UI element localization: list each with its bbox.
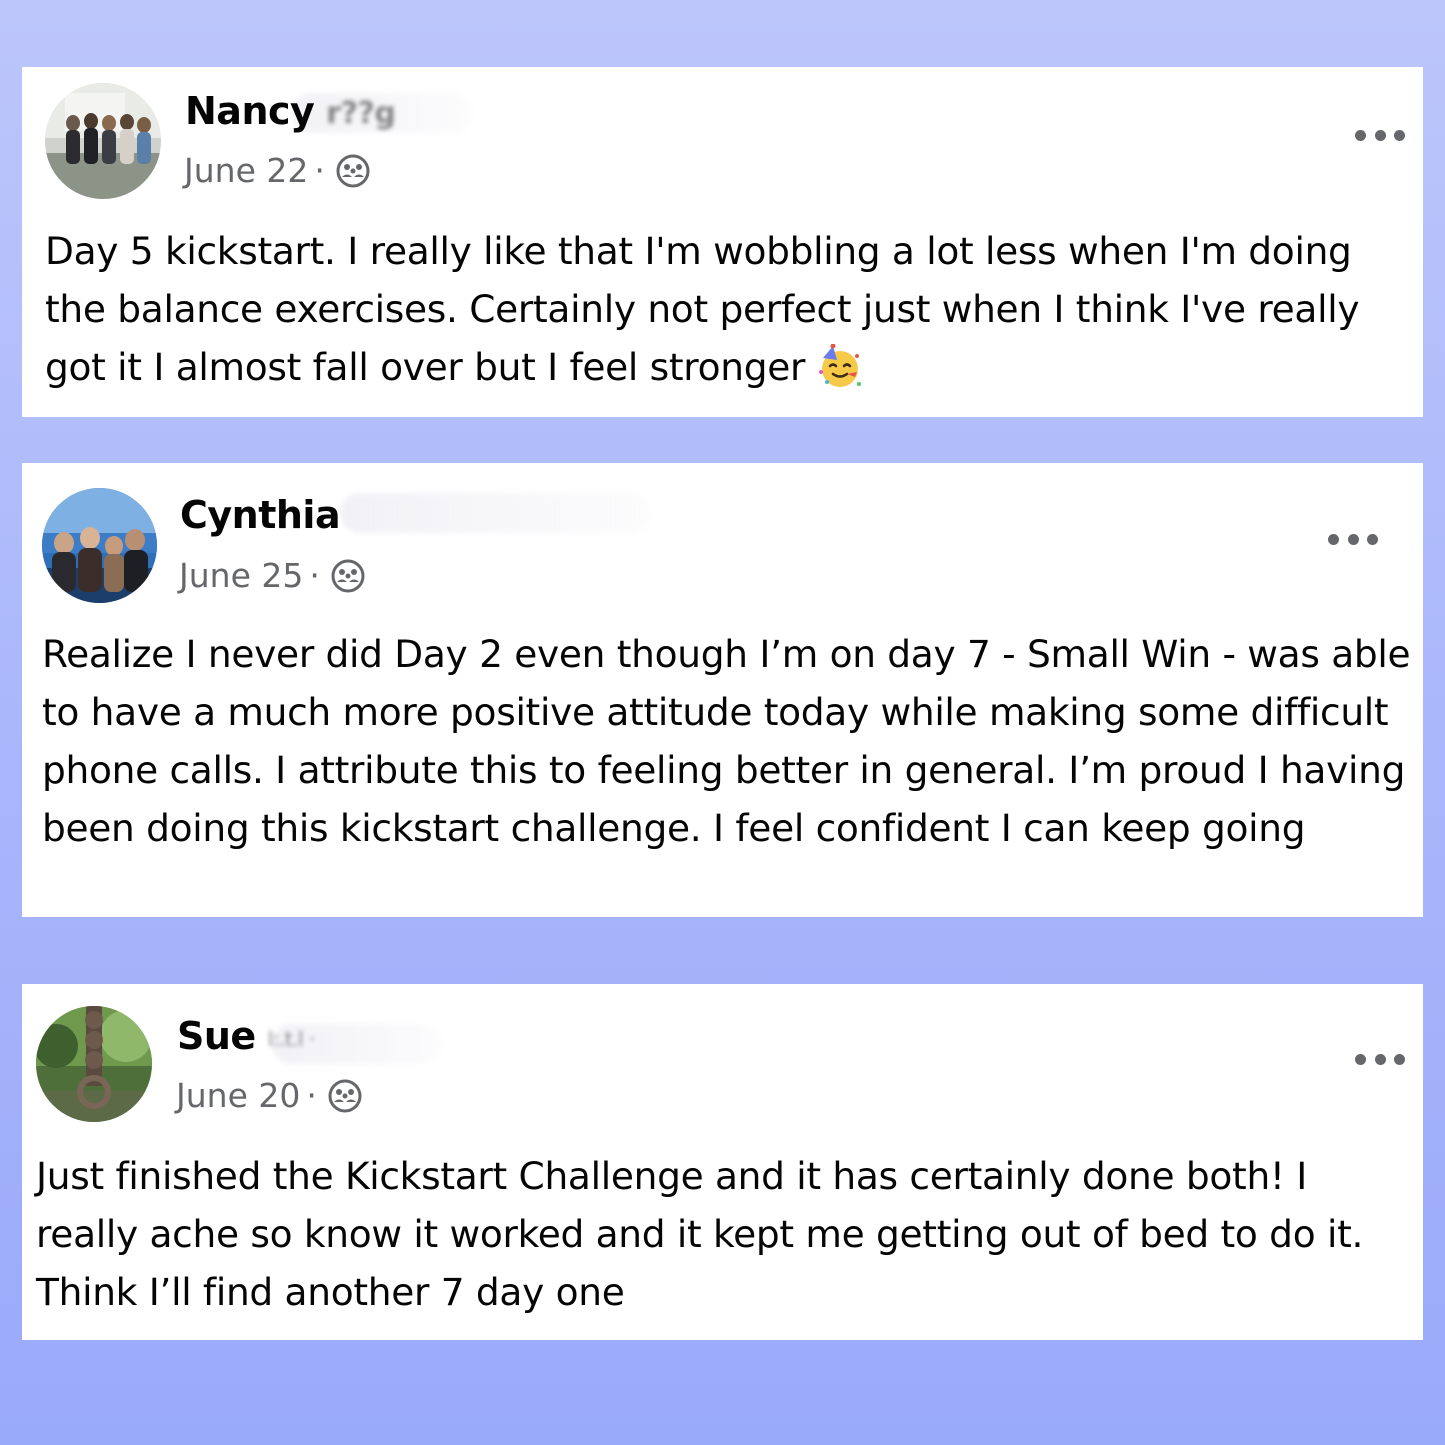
post-text: Realize I never did Day 2 even though I’… [42, 632, 1411, 850]
name-redaction [340, 493, 650, 533]
post-date[interactable]: June 20 [176, 1076, 300, 1115]
post-text-container: Day 5 kickstart. I really like that I'm … [45, 222, 1415, 396]
group-icon [335, 153, 371, 189]
more-options-icon[interactable] [1355, 1052, 1405, 1066]
post-date[interactable]: June 22 [184, 151, 308, 190]
meta-separator: · [306, 1076, 317, 1115]
post-card: Cynthia June 25 · Realize I never did Da… [22, 463, 1423, 917]
author-surname-obscured: l:.t.l · [267, 1026, 316, 1051]
post-text-container: Just finished the Kickstart Challenge an… [36, 1147, 1406, 1321]
post-text: Day 5 kickstart. I really like that I'm … [45, 229, 1360, 389]
post-text: Just finished the Kickstart Challenge an… [36, 1154, 1364, 1314]
author-name[interactable]: Cynthia [180, 493, 341, 537]
author-first-name[interactable]: Cynthia [180, 493, 341, 537]
meta-separator: · [314, 151, 325, 190]
author-first-name[interactable]: Sue [177, 1014, 256, 1058]
group-icon [330, 558, 366, 594]
meta-separator: · [309, 556, 320, 595]
post-meta: June 20 · [176, 1076, 363, 1115]
author-first-name[interactable]: Nancy [185, 89, 315, 133]
post-meta: June 22 · [184, 151, 371, 190]
partying-face-emoji [817, 344, 863, 390]
group-icon [327, 1078, 363, 1114]
more-options-icon[interactable] [1328, 532, 1378, 546]
author-surname-obscured: r??g [326, 96, 396, 131]
author-name[interactable]: Sue l:.t.l · [177, 1014, 315, 1058]
post-card: Nancy r??g June 22 · Day 5 kickstart. I r… [22, 67, 1423, 417]
author-name[interactable]: Nancy r??g [185, 89, 396, 133]
more-options-icon[interactable] [1355, 128, 1405, 142]
post-card: Sue l:.t.l · June 20 · Just finished the … [22, 984, 1423, 1340]
avatar[interactable] [36, 1006, 152, 1122]
post-text-container: Realize I never did Day 2 even though I’… [42, 625, 1412, 857]
avatar[interactable] [42, 488, 157, 603]
avatar[interactable] [45, 83, 161, 199]
post-meta: June 25 · [179, 556, 366, 595]
post-date[interactable]: June 25 [179, 556, 303, 595]
